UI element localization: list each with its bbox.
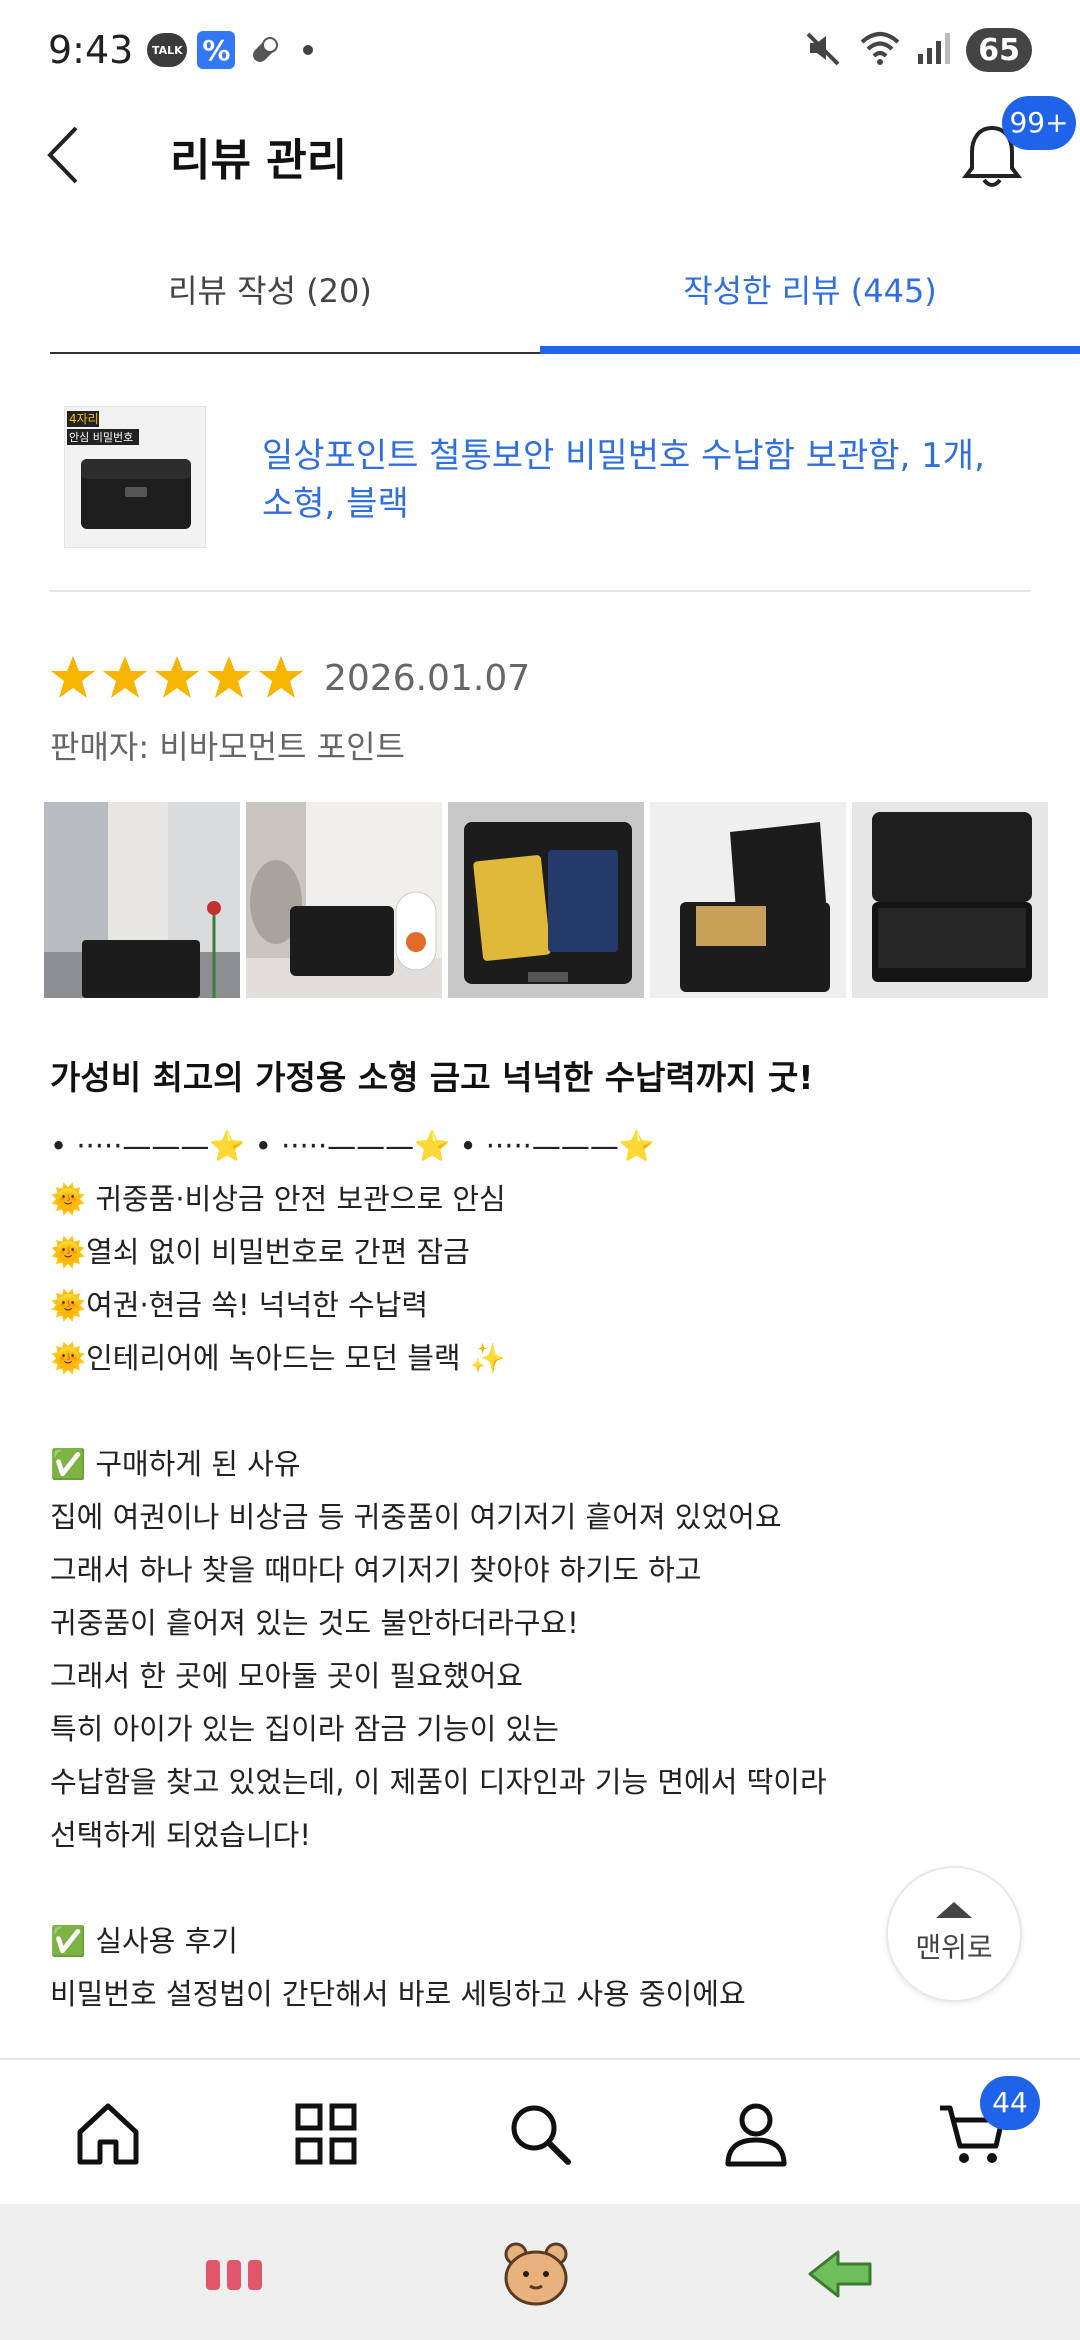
- product-name-link[interactable]: 일상포인트 철통보안 비밀번호 수납함 보관함, 1개, 소형, 블랙: [262, 432, 1002, 528]
- review-line: [50, 1385, 1030, 1438]
- pill-icon: [245, 30, 285, 70]
- review-text: • ·····———⭐ • ·····———⭐ • ·····———⭐ 🌞 귀중품…: [50, 1120, 1030, 2021]
- review-photo-3[interactable]: [448, 802, 644, 998]
- review-photos: [44, 802, 1080, 998]
- review-photo-1[interactable]: [44, 802, 240, 998]
- recent-apps-icon: [206, 2260, 262, 2290]
- product-thumbnail[interactable]: 4자리 안심 비밀번호: [64, 406, 206, 548]
- page-title: 리뷰 관리: [170, 135, 348, 186]
- category-grid-icon[interactable]: [290, 2098, 362, 2170]
- review-tabs: 리뷰 작성 (20) 작성한 리뷰 (445): [0, 236, 1080, 356]
- wifi-icon: [858, 28, 902, 72]
- mute-icon: [804, 28, 844, 72]
- product-divider: [50, 590, 1030, 592]
- tab-write-review[interactable]: 리뷰 작성 (20): [0, 236, 540, 346]
- bear-face-icon: [504, 2242, 568, 2306]
- star-icon: [207, 656, 251, 698]
- back-nav-button[interactable]: [800, 2234, 880, 2314]
- thumb-tag: 4자리: [69, 412, 99, 426]
- review-line: 비밀번호 설정법이 간단해서 바로 세팅하고 사용 중이에요: [50, 1977, 746, 2011]
- review-photo-4[interactable]: [650, 802, 846, 998]
- star-icon: [259, 656, 303, 698]
- review-line: • ·····———⭐ • ·····———⭐ • ·····———⭐: [50, 1129, 656, 1163]
- signal-icon: [916, 30, 952, 70]
- star-icon: [155, 656, 199, 698]
- review-title: 가성비 최고의 가정용 소형 금고 넉넉한 수납력까지 굿!: [50, 1058, 814, 1097]
- review-line: 귀중품이 흩어져 있는 것도 불안하더라구요!: [50, 1606, 579, 1640]
- review-line: 🌞여권·현금 쏙! 넉넉한 수납력: [50, 1288, 429, 1322]
- seller-name: 판매자: 비바모먼트 포인트: [50, 728, 405, 766]
- app-header: 리뷰 관리: [0, 100, 1080, 210]
- cart-count-badge: 44: [980, 2076, 1040, 2130]
- review-line: 특히 아이가 있는 집이라 잠금 기능이 있는: [50, 1712, 559, 1746]
- system-navigation-bar: [0, 2204, 1080, 2340]
- star-icon: [103, 656, 147, 698]
- chevron-left-icon: [47, 126, 78, 184]
- review-line: 수납함을 찾고 있었는데, 이 제품이 디자인과 기능 면에서 딱이라: [50, 1765, 827, 1799]
- recent-apps-button[interactable]: [196, 2234, 276, 2314]
- star-icon: [51, 656, 95, 698]
- more-notifications-dot: [303, 45, 314, 55]
- product-summary[interactable]: 4자리 안심 비밀번호 일상포인트 철통보안 비밀번호 수납함 보관함, 1개,…: [50, 392, 1030, 592]
- review-line: 그래서 하나 찾을 때마다 여기저기 찾아야 하기도 하고: [50, 1553, 702, 1587]
- review-line: ✅ 실사용 후기: [50, 1924, 238, 1958]
- review-line: 🌞 귀중품·비상금 안전 보관으로 안심: [50, 1182, 506, 1216]
- home-button[interactable]: [496, 2234, 576, 2314]
- status-bar: 9:43 TALK % 65: [0, 0, 1080, 100]
- scroll-to-top-button[interactable]: 맨위로: [886, 1866, 1022, 2002]
- bottom-navigation: [0, 2058, 1080, 2206]
- kakaotalk-icon: TALK: [147, 33, 188, 67]
- status-right: 65: [804, 28, 1032, 72]
- active-tab-indicator: [540, 346, 1080, 354]
- review-line: 🌞열쇠 없이 비밀번호로 간편 잠금: [50, 1235, 470, 1269]
- review-line: 선택하게 되었습니다!: [50, 1818, 311, 1852]
- arrow-left-icon: [808, 2250, 872, 2298]
- scroll-to-top-label: 맨위로: [915, 1931, 993, 1964]
- notification-count-badge: 99+: [1002, 96, 1076, 150]
- review-line: 그래서 한 곳에 모아둘 곳이 필요했어요: [50, 1659, 523, 1693]
- percent-app-icon: %: [197, 31, 236, 69]
- search-icon[interactable]: [504, 2098, 576, 2170]
- my-page-icon[interactable]: [720, 2098, 792, 2170]
- review-line: 집에 여권이나 비상금 등 귀중품이 여기저기 흩어져 있었어요: [50, 1500, 782, 1534]
- back-button[interactable]: [40, 122, 100, 188]
- status-time: 9:43: [48, 28, 134, 72]
- tab-written-reviews[interactable]: 작성한 리뷰 (445): [540, 236, 1080, 346]
- arrow-up-icon: [936, 1902, 972, 1918]
- home-icon[interactable]: [72, 2098, 144, 2170]
- review-date: 2026.01.07: [324, 657, 531, 699]
- star-rating: [48, 653, 308, 703]
- review-line: [50, 1862, 1030, 1915]
- review-photo-2[interactable]: [246, 802, 442, 998]
- review-photo-5[interactable]: [852, 802, 1048, 998]
- review-line: 🌞인테리어에 녹아드는 모던 블랙 ✨: [50, 1341, 506, 1375]
- battery-indicator: 65: [966, 28, 1032, 72]
- review-content: 가성비 최고의 가정용 소형 금고 넉넉한 수납력까지 굿! • ·····——…: [50, 1050, 1030, 2021]
- review-line: ✅ 구매하게 된 사유: [50, 1447, 301, 1481]
- review-rating-row: 2026.01.07: [48, 648, 530, 708]
- thumb-caption: 안심 비밀번호: [69, 431, 133, 444]
